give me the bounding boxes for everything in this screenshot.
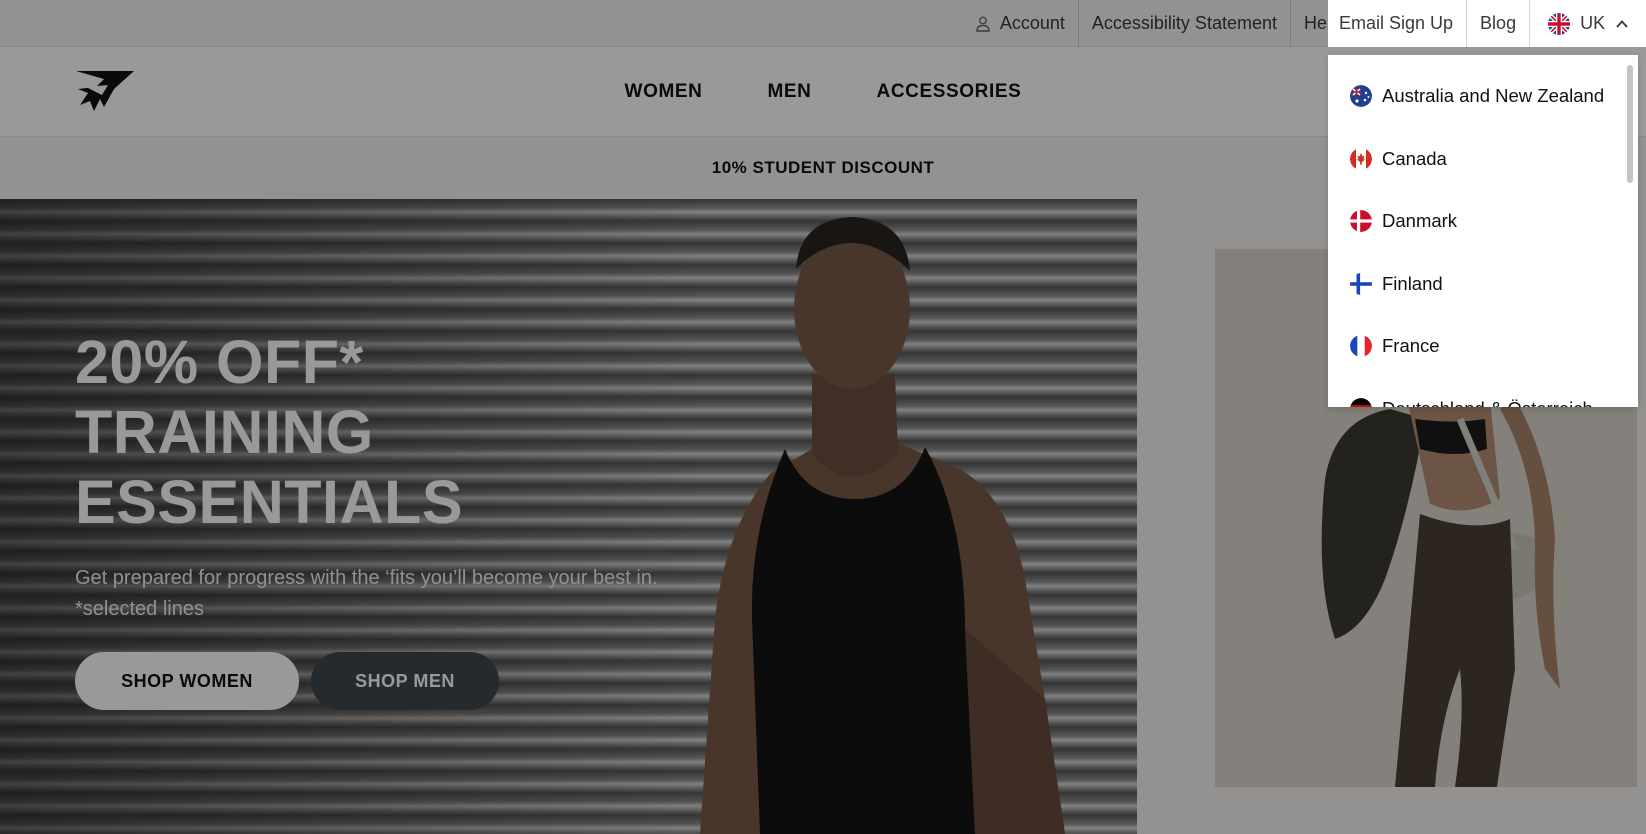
- region-option-finland[interactable]: Finland: [1328, 253, 1628, 316]
- flag-canada-icon: [1350, 147, 1372, 170]
- region-dropdown: Australia and New Zealand Canada Danmark…: [1328, 55, 1638, 407]
- flag-france-icon: [1350, 335, 1372, 358]
- region-option-label: Danmark: [1382, 210, 1458, 232]
- region-option-canada[interactable]: Canada: [1328, 128, 1628, 191]
- blog-label: Blog: [1480, 13, 1517, 33]
- blog-link[interactable]: Blog: [1466, 0, 1530, 47]
- region-option-france[interactable]: France: [1328, 315, 1628, 378]
- email-signup-label: Email Sign Up: [1339, 13, 1454, 33]
- region-label: UK: [1580, 13, 1606, 33]
- flag-denmark-icon: [1350, 210, 1372, 233]
- chevron-up-icon: [1616, 19, 1628, 28]
- region-option-label: France: [1382, 335, 1440, 357]
- region-option-australia[interactable]: Australia and New Zealand: [1328, 65, 1628, 128]
- flag-uk-icon: [1548, 12, 1571, 35]
- region-option-label: Canada: [1382, 147, 1447, 169]
- open-utility-tabs: Email Sign Up Blog UK: [1328, 0, 1646, 47]
- region-option-denmark[interactable]: Danmark: [1328, 190, 1628, 253]
- region-option-label: Finland: [1382, 272, 1443, 294]
- flag-finland-icon: [1350, 272, 1372, 295]
- dropdown-scrollbar[interactable]: [1627, 65, 1633, 183]
- region-option-label: Deutschland & Österreich: [1382, 398, 1593, 407]
- flag-germany-icon: [1350, 397, 1372, 407]
- flag-australia-icon: [1350, 85, 1372, 108]
- email-signup-link[interactable]: Email Sign Up: [1328, 0, 1467, 47]
- region-list: Australia and New Zealand Canada Danmark…: [1328, 65, 1628, 407]
- region-option-label: Australia and New Zealand: [1382, 85, 1605, 107]
- region-option-germany[interactable]: Deutschland & Österreich: [1328, 378, 1628, 407]
- region-selector[interactable]: UK: [1529, 0, 1646, 47]
